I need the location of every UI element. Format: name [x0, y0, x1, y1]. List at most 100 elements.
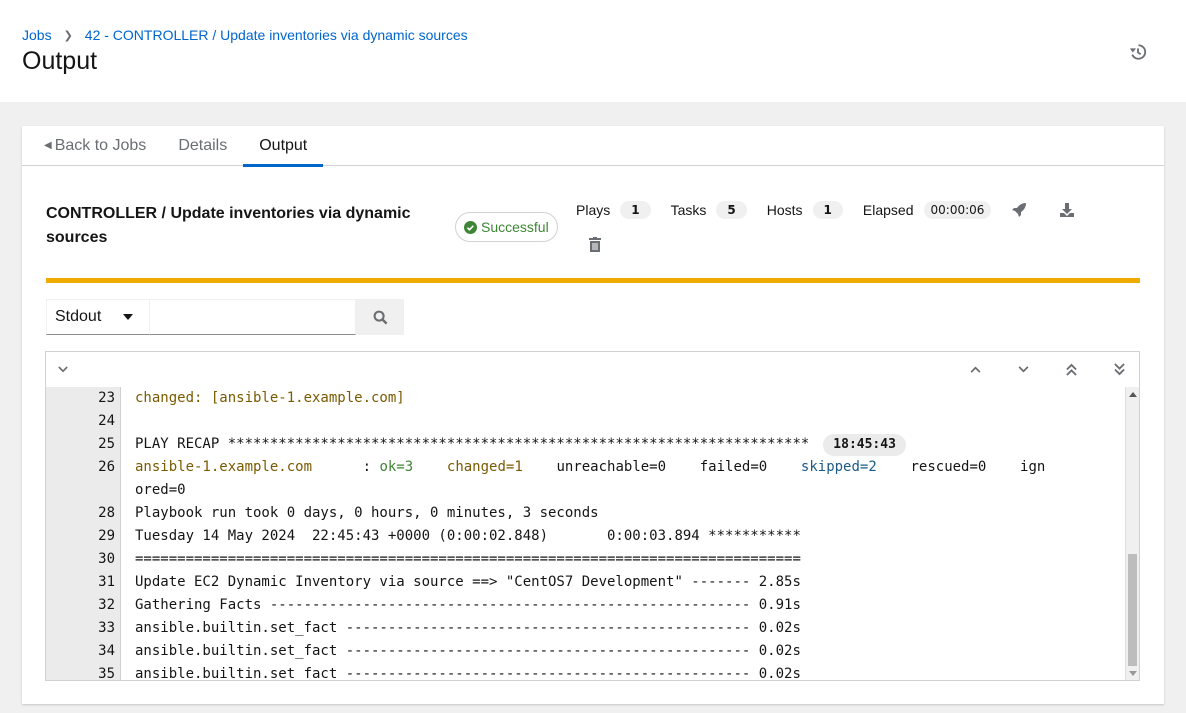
scrollbar-thumb[interactable]: [1128, 554, 1137, 666]
line-number: 33: [98, 620, 115, 636]
output-text: ansible.builtin.set_fact ---------------…: [135, 643, 801, 659]
tab-output[interactable]: Output: [243, 126, 324, 167]
line-number: 30: [98, 551, 115, 567]
angle-down-icon: [1018, 365, 1028, 372]
expand-all-button[interactable]: [57, 363, 69, 375]
chevron-down-icon: [58, 365, 68, 372]
angle-double-down-icon: [1113, 362, 1125, 375]
line-number: 35: [98, 666, 115, 680]
tab-label: Details: [178, 137, 228, 154]
check-circle-icon: [464, 220, 477, 234]
page-title: Output: [22, 47, 98, 75]
output-toolbar: [46, 352, 1139, 387]
history-icon[interactable]: [1126, 40, 1150, 64]
output-ok-text: ok=3: [379, 459, 414, 475]
scrollbar-up-arrow-icon[interactable]: [1129, 392, 1137, 397]
output-line: ored=0: [46, 479, 1125, 502]
job-title: CONTROLLER / Update inventories via dyna…: [46, 205, 411, 246]
download-icon: [1060, 203, 1075, 217]
line-content: Gathering Facts ------------------------…: [121, 594, 801, 617]
output-text: Gathering Facts ------------------------…: [135, 597, 801, 613]
line-content: [121, 410, 135, 433]
scrollbar-down-arrow-icon[interactable]: [1129, 671, 1137, 676]
output-line: 29 Tuesday 14 May 2024 22:45:43 +0000 (0:…: [46, 525, 1125, 548]
caret-down-icon: [123, 314, 133, 320]
caret-left-icon: ◀: [44, 140, 52, 151]
output-line: 30 ======================================…: [46, 548, 1125, 571]
output-skipped-text: skipped=2: [800, 459, 877, 475]
output-line: 28 Playbook run took 0 days, 0 hours, 0 m…: [46, 502, 1125, 525]
line-content: ored=0: [121, 479, 186, 502]
output-text: PLAY RECAP *****************************…: [135, 436, 810, 452]
elapsed-time: 00:00:06: [923, 201, 992, 219]
scroll-first-button[interactable]: [1063, 361, 1079, 377]
job-stats: Plays 1 Tasks 5 Hosts 1 Elapsed 00:00:06: [576, 198, 1079, 222]
rocket-icon: [1012, 203, 1027, 217]
tab-list: ◀ Back to Jobs Details Output: [22, 126, 1164, 167]
event-timestamp: 18:45:43: [823, 434, 906, 456]
output-lines: 23 changed: [ansible-1.example.com] 24 25 PL…: [46, 387, 1125, 680]
tab-label: Back to Jobs: [54, 137, 147, 154]
download-button[interactable]: [1055, 198, 1079, 222]
line-content: Playbook run took 0 days, 0 hours, 0 min…: [121, 502, 599, 525]
output-line: 31 Update EC2 Dynamic Inventory via sourc…: [46, 571, 1125, 594]
output-line: 24: [46, 410, 1125, 433]
output-filter-toolbar: Stdout: [46, 299, 404, 335]
line-number: 31: [98, 574, 115, 590]
angle-up-icon: [970, 366, 980, 373]
output-text: ored=0: [135, 482, 186, 498]
tab-label: Output: [259, 137, 308, 154]
relaunch-button[interactable]: [1007, 198, 1031, 222]
line-content: PLAY RECAP *****************************…: [121, 433, 906, 456]
output-text: Update EC2 Dynamic Inventory via source …: [135, 574, 801, 590]
breadcrumb: Jobs ❯ 42 - CONTROLLER / Update inventor…: [22, 27, 468, 43]
tab-back-to-jobs[interactable]: ◀ Back to Jobs: [44, 126, 162, 166]
breadcrumb-jobs-link[interactable]: Jobs: [22, 27, 52, 43]
line-number: 32: [98, 597, 115, 613]
output-scrollbar[interactable]: [1125, 387, 1139, 680]
line-number: 28: [98, 505, 115, 521]
breadcrumb-job-link[interactable]: 42 - CONTROLLER / Update inventories via…: [85, 27, 468, 43]
delete-button[interactable]: [583, 232, 607, 256]
scroll-next-button[interactable]: [1015, 361, 1031, 377]
trash-icon: [589, 237, 601, 252]
line-number: 26: [98, 459, 115, 475]
output-text: ansible.builtin.set_fact ---------------…: [135, 620, 801, 636]
search-button[interactable]: [356, 299, 404, 335]
output-line: 33 ansible.builtin.set_fact -------------…: [46, 617, 1125, 640]
scroll-last-button[interactable]: [1111, 361, 1127, 377]
line-number: 23: [98, 390, 115, 406]
line-content: ansible.builtin.set_fact ---------------…: [121, 617, 801, 640]
line-content: ansible.builtin.set_fact ---------------…: [121, 663, 801, 680]
output-text: rescued=0 ign: [876, 459, 1046, 475]
output-changed-text: changed: [ansible-1.example.com]: [135, 390, 405, 406]
output-line: 23 changed: [ansible-1.example.com]: [46, 387, 1125, 410]
plays-count: 1: [620, 201, 651, 219]
scroll-previous-button[interactable]: [967, 361, 983, 377]
line-number: [46, 479, 121, 502]
output-type-select[interactable]: Stdout: [46, 299, 150, 335]
line-content: Update EC2 Dynamic Inventory via source …: [121, 571, 801, 594]
hosts-count: 1: [812, 201, 843, 219]
tab-details[interactable]: Details: [162, 126, 243, 166]
select-value: Stdout: [55, 308, 102, 325]
output-text: unreachable=0 failed=0: [522, 459, 801, 475]
output-line: 26 ansible-1.example.com : ok=3 changed=1…: [46, 456, 1125, 479]
line-number: 25: [98, 436, 115, 452]
search-icon: [373, 310, 387, 324]
line-content: Tuesday 14 May 2024 22:45:43 +0000 (0:00…: [121, 525, 801, 548]
tasks-count: 5: [716, 201, 747, 219]
search-input[interactable]: [150, 299, 356, 335]
output-line: 34 ansible.builtin.set_fact -------------…: [46, 640, 1125, 663]
output-text: ========================================…: [135, 551, 801, 567]
line-content: ansible.builtin.set_fact ---------------…: [121, 640, 801, 663]
output-text: ansible.builtin.set_fact ---------------…: [135, 666, 801, 680]
line-content: ========================================…: [121, 548, 801, 571]
output-line: 25 PLAY RECAP ***************************…: [46, 433, 1125, 456]
output-line: 35 ansible.builtin.set_fact -------------…: [46, 663, 1125, 680]
output-changed-text: changed=1: [446, 459, 523, 475]
job-status-bar: [46, 278, 1140, 283]
line-number: 24: [98, 413, 115, 429]
tasks-label: Tasks: [670, 202, 707, 218]
